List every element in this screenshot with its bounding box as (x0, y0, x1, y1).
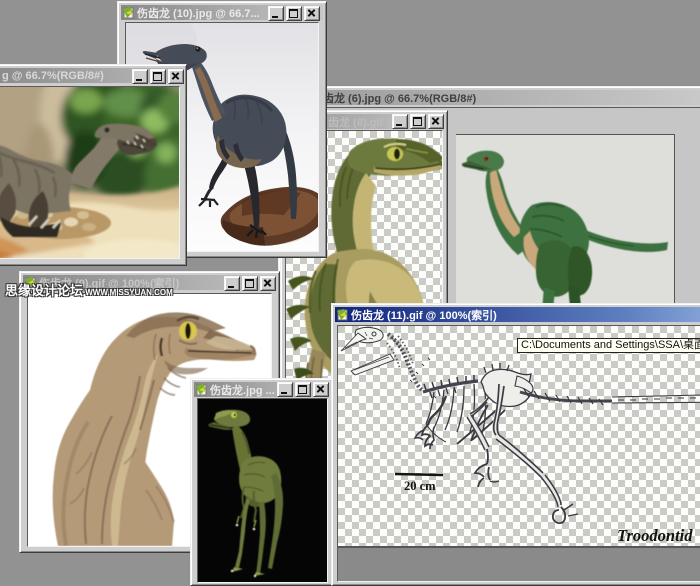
svg-text:20 cm: 20 cm (404, 479, 436, 493)
svg-text:Troodontid: Troodontid (617, 526, 693, 545)
